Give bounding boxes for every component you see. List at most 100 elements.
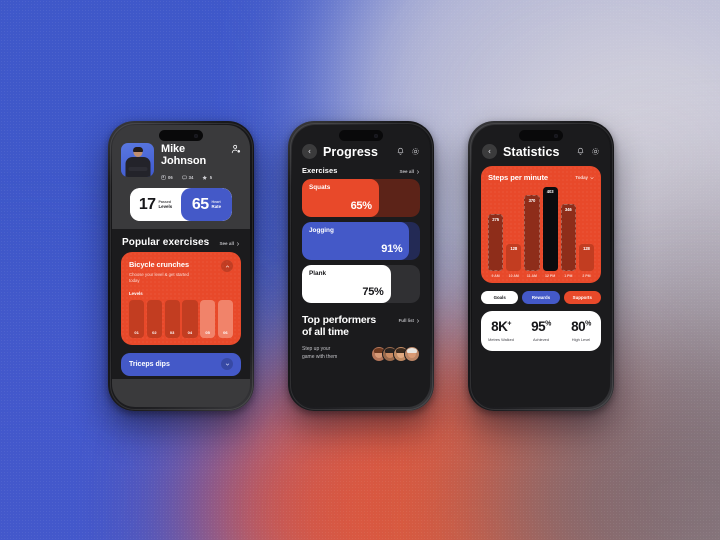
kpi-number: 80	[571, 319, 586, 335]
level-number: 03	[169, 329, 175, 335]
profile-name: Mike Johnson	[161, 143, 224, 168]
bell-icon[interactable]	[576, 147, 585, 156]
popular-exercises-see-all[interactable]: See all	[219, 241, 240, 246]
level-number: 04	[187, 329, 193, 335]
exercise-card-collapse-button[interactable]	[221, 260, 233, 273]
kpi-high-level: 80% High Level	[561, 320, 601, 342]
chart-bar[interactable]: 275	[488, 213, 504, 271]
profile-stat-badges-value: 06	[168, 174, 173, 180]
dynamic-island	[339, 130, 383, 141]
chart-card-header: Steps per minute Today	[488, 173, 594, 182]
star-icon	[202, 175, 208, 180]
filter-pills: Goals Rewards Supports	[481, 291, 601, 304]
metric-heart-rate-value: 65	[191, 195, 209, 213]
level-item[interactable]: 02	[146, 299, 162, 338]
chevron-left-icon	[308, 149, 311, 154]
progress-bar-jogging[interactable]: Jogging 91%	[302, 222, 420, 260]
back-button[interactable]	[302, 144, 317, 159]
kpi-label: High Level	[571, 336, 591, 342]
profile-stat-rating-value: 5	[209, 174, 213, 180]
profile-row: Mike Johnson 06 34 5	[121, 143, 241, 180]
exercises-see-all[interactable]: See all	[399, 169, 420, 174]
screen-statistics: Statistics Steps per minute Today 275 12…	[472, 125, 610, 407]
chart-bar[interactable]: 370	[524, 195, 540, 271]
exercise-card-triceps-dips[interactable]: Triceps dips	[121, 352, 241, 376]
axis-tick-label: 2 PM	[582, 274, 591, 278]
triceps-dips-expand-button[interactable]	[221, 358, 233, 371]
kpi-metres-walked: 8K+ Metres Walked	[481, 320, 521, 342]
chart-column: 128	[578, 187, 595, 271]
progress-bar-squats[interactable]: Squats 65%	[302, 179, 420, 217]
progress-fill: Jogging 91%	[302, 222, 410, 260]
bell-icon[interactable]	[396, 147, 405, 156]
pill-rewards[interactable]: Rewards	[522, 291, 560, 304]
chart-bar-value: 403	[546, 189, 554, 194]
chart-bar-value: 346	[564, 206, 572, 212]
exercises-title: Exercises	[302, 166, 338, 175]
chart-bar-value: 275	[492, 216, 499, 222]
level-item[interactable]: 01	[129, 299, 145, 338]
progress-bar-plank[interactable]: Plank 75%	[302, 265, 420, 303]
profile-stat-messages: 34	[181, 175, 193, 180]
kpi-suffix: +	[507, 320, 511, 328]
top-performers-header: Top performers of all time Full list	[302, 314, 420, 339]
chevron-right-icon	[417, 169, 420, 174]
progress-label: Squats	[309, 184, 331, 191]
profile-name-first: Mike	[161, 143, 186, 155]
top-performers-title-line2: of all time	[302, 325, 349, 338]
chart-bar[interactable]: 128	[506, 244, 522, 271]
metric-passed-levels-label: Passed Levels	[158, 200, 172, 209]
add-user-button[interactable]	[231, 143, 241, 154]
gear-icon[interactable]	[591, 147, 600, 156]
avatar-hair	[406, 347, 418, 354]
top-performers-full-list[interactable]: Full list	[399, 315, 420, 323]
chart-bar-value: 128	[510, 246, 518, 252]
metric-passed-levels[interactable]: 17 Passed Levels	[130, 188, 181, 222]
pill-goals[interactable]: Goals	[481, 291, 519, 304]
exercise-card-bicycle-crunches[interactable]: Bicycle crunches Choose your level & get…	[121, 252, 241, 345]
metric-heart-rate-label-top: Heart	[211, 199, 221, 204]
chart-range-label: Today	[575, 175, 588, 180]
phone-mockup-progress: Progress Exercises See all Squats 65% Jo…	[288, 121, 434, 411]
popular-exercises-title: Popular exercises	[122, 237, 210, 249]
chart-x-axis: 9 AM 10 AM 11 AM 12 PM 1 PM 2 PM	[488, 274, 594, 278]
kpi-value: 8K+	[481, 320, 521, 334]
profile-stats: 06 34 5	[161, 175, 224, 180]
chart-column: 346	[560, 187, 576, 271]
chart-bar-highlighted[interactable]: 403	[542, 187, 558, 271]
chart-range-selector[interactable]: Today	[575, 175, 594, 180]
kpi-number: 8K	[491, 319, 508, 335]
back-button[interactable]	[482, 144, 497, 159]
metric-passed-levels-value: 17	[138, 195, 156, 213]
kpi-value: 80%	[561, 320, 601, 334]
top-performers-subtitle-line1: Step up your	[302, 346, 331, 353]
level-item[interactable]: 06	[217, 299, 233, 338]
badge-icon	[161, 175, 166, 180]
popular-exercises-section: Popular exercises See all Bicycle crunch…	[112, 229, 250, 380]
level-item[interactable]: 04	[182, 299, 198, 338]
avatar-arms	[128, 167, 147, 171]
performer-avatars[interactable]	[371, 345, 420, 362]
axis-tick-label: 10 AM	[508, 274, 519, 278]
exercise-card-subtitle: Choose your level & get started today	[129, 272, 189, 283]
popular-exercises-header: Popular exercises See all	[112, 237, 250, 252]
avatar[interactable]	[121, 143, 154, 177]
pill-label: Rewards	[531, 295, 551, 300]
metric-heart-rate[interactable]: 65 Heart Rate	[181, 188, 232, 222]
pill-label: Goals	[493, 295, 506, 300]
chart-bar[interactable]: 128	[578, 244, 595, 271]
level-item[interactable]: 05	[200, 299, 216, 338]
pill-supports[interactable]: Supports	[563, 291, 601, 304]
profile-info: Mike Johnson 06 34 5	[161, 143, 224, 180]
top-performers-title: Top performers of all time	[302, 314, 399, 339]
chart-column: 370	[524, 187, 540, 271]
chart-column: 275	[488, 187, 504, 271]
progress-percent: 65%	[350, 200, 372, 212]
level-item[interactable]: 03	[164, 299, 180, 338]
profile-stat-rating: 5	[202, 175, 212, 180]
metrics-row: 17 Passed Levels 65 Heart Rate	[130, 188, 232, 222]
gear-icon[interactable]	[411, 147, 420, 156]
chart-bar[interactable]: 346	[560, 203, 576, 271]
progress-percent: 75%	[362, 286, 384, 298]
top-performers-section: Top performers of all time Full list Ste…	[292, 308, 430, 362]
